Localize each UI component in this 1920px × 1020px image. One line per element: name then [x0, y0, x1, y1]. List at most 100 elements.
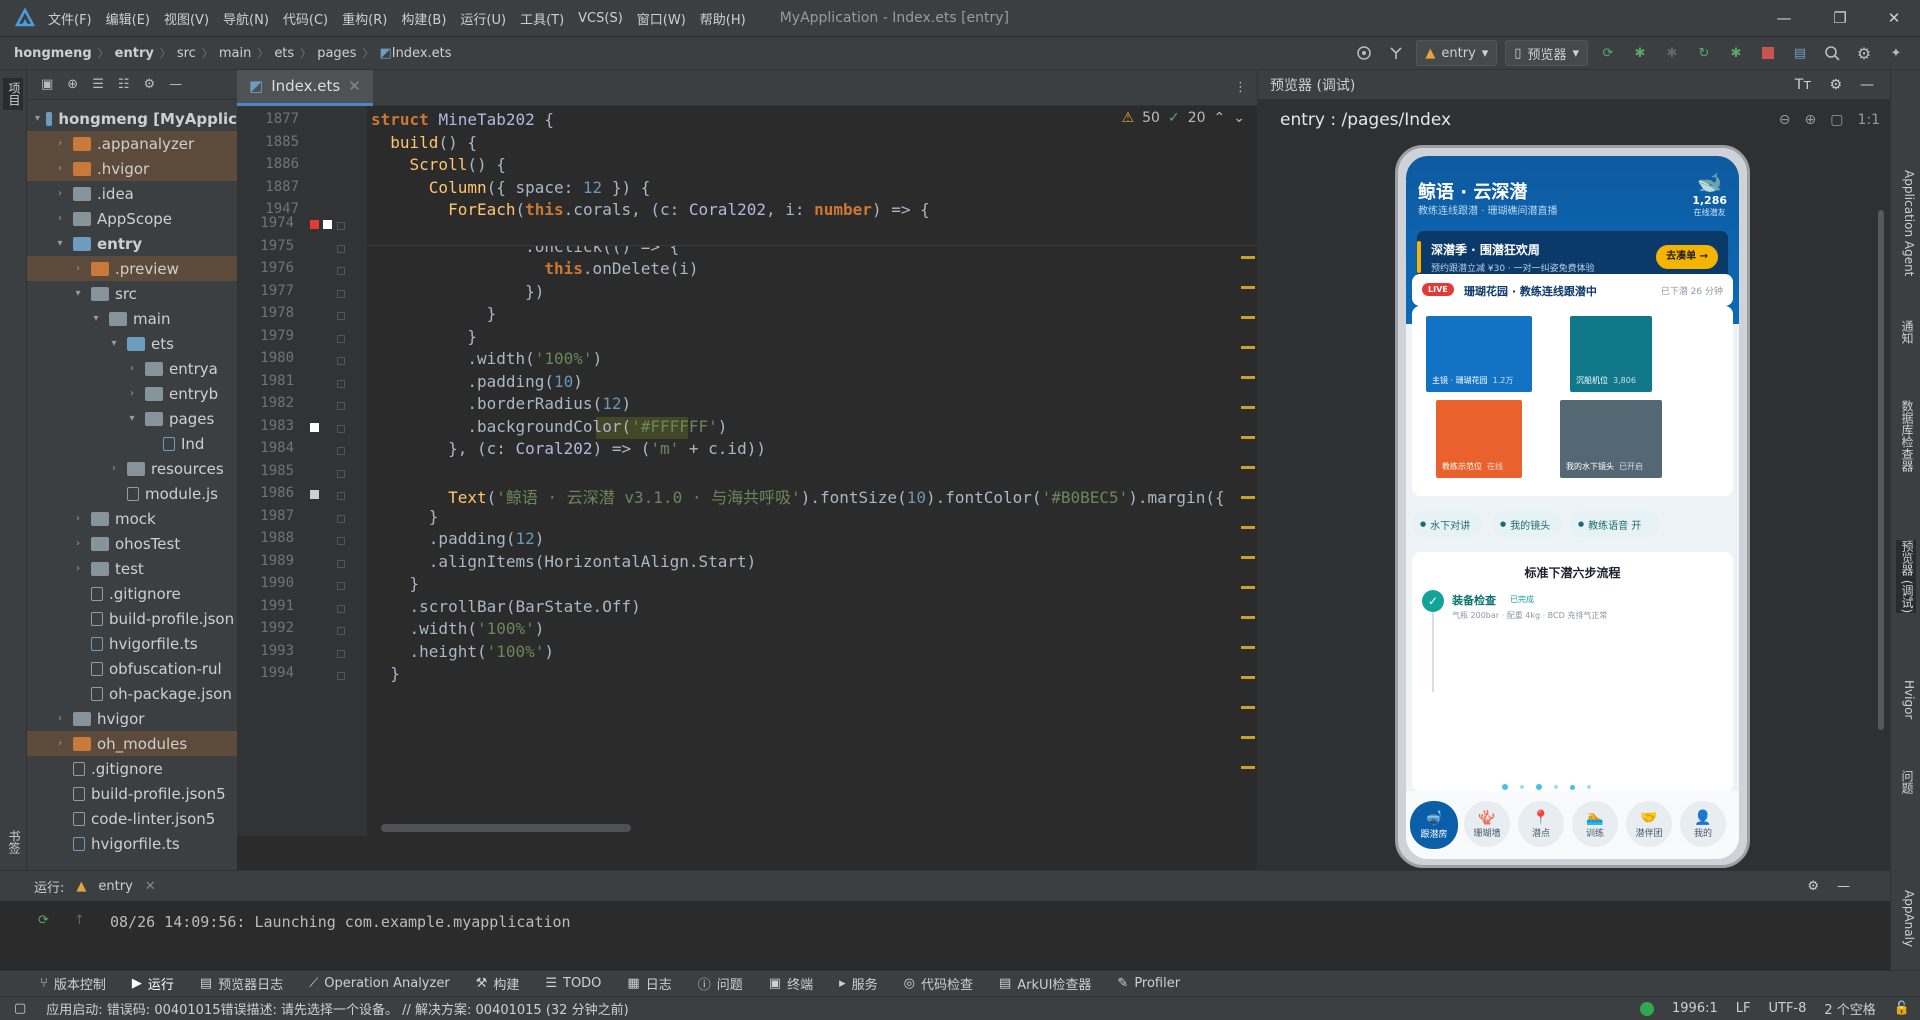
fold-marker-icon[interactable]: [337, 649, 345, 658]
code-line[interactable]: .alignItems(HorizontalAlign.Start): [371, 552, 757, 571]
menu-item[interactable]: 窗口(W): [637, 9, 686, 28]
error-stripe-marker[interactable]: [1241, 646, 1255, 649]
tree-item[interactable]: › resources: [27, 456, 237, 481]
fold-marker-icon[interactable]: [337, 537, 345, 545]
menu-item[interactable]: 代码(C): [283, 9, 328, 28]
tab-3[interactable]: 🏊 训练: [1572, 801, 1618, 847]
breadcrumb-item[interactable]: Index.ets: [392, 46, 452, 61]
right-tool-tab[interactable]: 问题: [1896, 770, 1916, 794]
tree-item[interactable]: .gitignore: [27, 581, 237, 606]
bottom-tool-button[interactable]: ▦ 日志: [627, 974, 671, 993]
locate-icon[interactable]: ⊕: [67, 77, 78, 92]
close-tab-icon[interactable]: ✕: [348, 77, 361, 95]
error-stripe-marker[interactable]: [1241, 256, 1255, 259]
expand-arrow-icon[interactable]: ▾: [107, 338, 121, 349]
expand-arrow-icon[interactable]: ›: [53, 213, 67, 224]
tree-item[interactable]: Ind: [27, 431, 237, 456]
device-select[interactable]: ▯ 预览器 ▾: [1505, 40, 1588, 66]
hide-run-icon[interactable]: —: [1837, 879, 1850, 894]
tree-item[interactable]: › entrya: [27, 356, 237, 381]
breadcrumb-item[interactable]: src: [177, 46, 196, 61]
expand-arrow-icon[interactable]: ›: [71, 263, 85, 274]
code-line[interactable]: .backgroundColor('#FFFFFF'): [371, 417, 727, 436]
run-tab[interactable]: entry: [98, 879, 132, 894]
prev-highlight-icon[interactable]: ⌃: [1214, 110, 1226, 126]
code-line[interactable]: .width('100%'): [371, 349, 602, 368]
tab-index-ets[interactable]: ◩ Index.ets ✕: [237, 69, 373, 106]
expand-arrow-icon[interactable]: ▾: [89, 313, 103, 324]
tree-item[interactable]: oh-package.json: [27, 681, 237, 706]
bottom-tool-button[interactable]: ▸ 服务: [839, 974, 878, 993]
settings-gear-icon[interactable]: ⚙: [1855, 44, 1873, 63]
status-toggle-icon[interactable]: ▢: [14, 1001, 26, 1016]
error-stripe-marker[interactable]: [1241, 466, 1255, 469]
close-run-tab-icon[interactable]: ✕: [145, 879, 156, 894]
indent-setting[interactable]: 2 个空格: [1824, 999, 1875, 1018]
hide-preview-icon[interactable]: —: [1860, 77, 1874, 93]
bottom-tool-button[interactable]: ▣ 终端: [769, 974, 813, 993]
expand-arrow-icon[interactable]: ›: [71, 513, 85, 524]
expand-arrow-icon[interactable]: ›: [53, 738, 67, 749]
bottom-tool-button[interactable]: ☰ TODO: [545, 976, 601, 991]
fold-marker-icon[interactable]: [337, 357, 345, 365]
warning-count[interactable]: 50: [1142, 110, 1160, 126]
tab-1[interactable]: 🪸 珊瑚墙: [1464, 801, 1510, 847]
rerun-run-icon[interactable]: ⟳: [38, 913, 49, 928]
expand-arrow-icon[interactable]: ›: [125, 388, 139, 399]
tree-item[interactable]: › .appanalyzer: [27, 131, 237, 156]
breadcrumb-item[interactable]: main: [219, 46, 251, 61]
quick-chip[interactable]: ● 水下对讲: [1412, 510, 1482, 538]
status-indicator-icon[interactable]: [1640, 1001, 1655, 1016]
camera-tile[interactable]: 主镜 · 珊瑚花园 1.2万: [1426, 316, 1532, 392]
tree-item[interactable]: › .hvigor: [27, 156, 237, 181]
camera-tile[interactable]: 沉船机位 3,806: [1570, 316, 1652, 392]
expand-arrow-icon[interactable]: ›: [71, 563, 85, 574]
options-gear-icon[interactable]: ⚙: [144, 77, 156, 92]
fold-marker-icon[interactable]: [337, 334, 345, 343]
bottom-tool-button[interactable]: ▶ 运行: [132, 974, 174, 993]
color-swatch-icon[interactable]: [310, 422, 319, 432]
fold-marker-icon[interactable]: [337, 402, 345, 410]
tree-item[interactable]: module.js: [27, 481, 237, 506]
code-line[interactable]: .height('100%'): [371, 642, 555, 661]
tree-item[interactable]: › entryb: [27, 381, 237, 406]
error-stripe-marker[interactable]: [1241, 346, 1255, 349]
fold-marker-icon[interactable]: [337, 492, 345, 500]
error-stripe-marker[interactable]: [1241, 436, 1255, 439]
code-line[interactable]: }: [371, 574, 420, 593]
error-stripe-marker[interactable]: [1241, 586, 1255, 589]
menu-item[interactable]: VCS(S): [578, 11, 623, 26]
run-settings-icon[interactable]: ⚙: [1807, 879, 1819, 894]
color-swatch-icon[interactable]: [310, 490, 319, 499]
quick-chip[interactable]: ● 教练语音 开: [1570, 510, 1660, 538]
breadcrumb-item[interactable]: entry: [115, 46, 154, 61]
file-encoding[interactable]: UTF-8: [1769, 1001, 1807, 1016]
fold-marker-icon[interactable]: [337, 514, 345, 523]
expand-arrow-icon[interactable]: ›: [53, 713, 67, 724]
stop-icon[interactable]: [1759, 44, 1777, 62]
fold-marker-icon[interactable]: [337, 469, 345, 478]
code-line[interactable]: }: [371, 664, 400, 683]
next-highlight-icon[interactable]: ⌄: [1233, 110, 1245, 126]
right-tool-tab[interactable]: AppAnaly: [1896, 890, 1916, 947]
tab-0[interactable]: 🤿 跟潜房: [1410, 801, 1458, 849]
collapse-all-icon[interactable]: ☷: [118, 77, 130, 92]
error-stripe-marker[interactable]: [1241, 526, 1255, 529]
profile-icon[interactable]: ✱: [1727, 44, 1745, 62]
error-stripe-marker[interactable]: [1241, 406, 1255, 409]
tab-4[interactable]: 🤝 潜伴团: [1626, 801, 1672, 847]
maximize-icon[interactable]: ❐: [1828, 6, 1852, 30]
breadcrumb-item[interactable]: hongmeng: [14, 46, 92, 61]
fold-marker-icon[interactable]: [337, 559, 345, 568]
tree-item[interactable]: ▾ hongmeng [MyApplic: [27, 106, 237, 131]
code-line[interactable]: build() {: [371, 133, 477, 152]
weak-warning-count[interactable]: 20: [1188, 110, 1206, 126]
menu-item[interactable]: 编辑(E): [106, 9, 150, 28]
menu-item[interactable]: 构建(B): [401, 9, 446, 28]
bottom-tool-button[interactable]: ⟋ Operation Analyzer: [309, 976, 450, 991]
fold-marker-icon[interactable]: [337, 379, 345, 388]
status-message[interactable]: 应用启动: 错误码: 00401015错误描述: 请先选择一个设备。 // 解决…: [46, 999, 628, 1018]
quick-chip[interactable]: ● 我的镜头: [1492, 510, 1562, 538]
bottom-tool-button[interactable]: ⓘ 问题: [698, 974, 743, 993]
tree-item[interactable]: hvigorfile.ts: [27, 831, 237, 856]
